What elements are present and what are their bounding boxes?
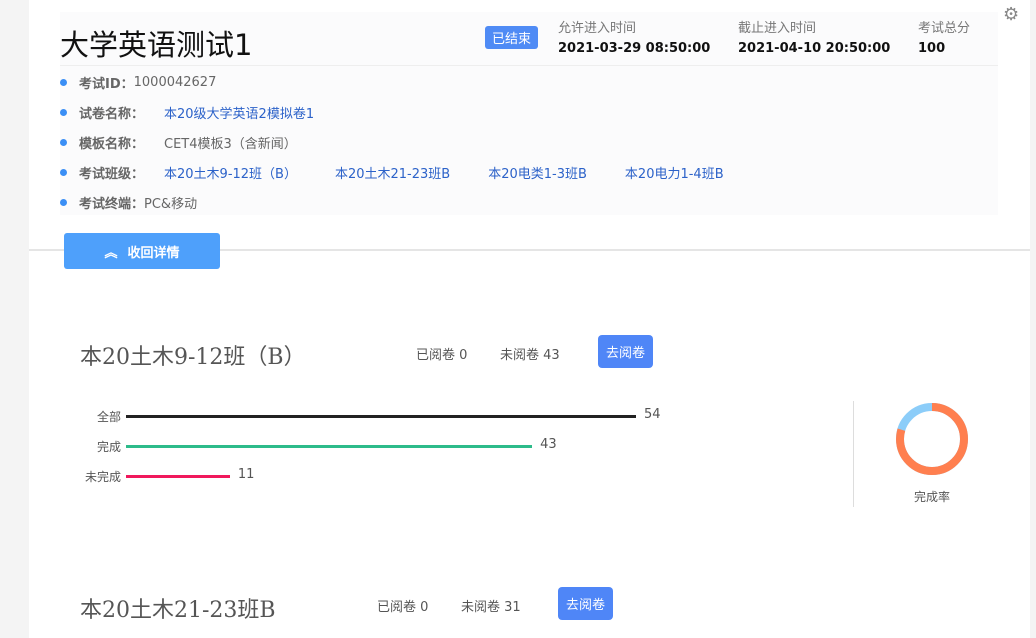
template-row: 模板名称： CET4模板3（含新闻） bbox=[60, 133, 297, 152]
bar-label: 完成 bbox=[96, 440, 121, 454]
bar-label: 全部 bbox=[96, 410, 121, 424]
start-time: 允许进入时间 2021-03-29 08:50:00 bbox=[558, 17, 710, 56]
terminal-value: PC&移动 bbox=[144, 197, 198, 212]
divider bbox=[60, 65, 998, 66]
class-title: 本20土木9-12班（B） bbox=[80, 345, 306, 370]
bullet-icon bbox=[60, 109, 67, 116]
read-count: 已阅卷 0 bbox=[416, 348, 468, 363]
end-time: 截止进入时间 2021-04-10 20:50:00 bbox=[738, 17, 890, 56]
class-link[interactable]: 本20电类1-3班B bbox=[488, 163, 587, 182]
bar bbox=[126, 475, 230, 478]
unread-count: 未阅卷 31 bbox=[461, 600, 521, 615]
grade-button[interactable]: 去阅卷 bbox=[598, 335, 654, 368]
class-title: 本20土木21-23班B bbox=[80, 598, 276, 623]
terminal-label: 考试终端： bbox=[79, 197, 145, 212]
bullet-icon bbox=[60, 79, 67, 86]
class-link[interactable]: 本20土木21-23班B bbox=[335, 163, 450, 182]
paper-row: 试卷名称： 本20级大学英语2模拟卷1 bbox=[60, 103, 352, 122]
exam-info-card: 大学英语测试1 已结束 允许进入时间 2021-03-29 08:50:00 截止… bbox=[60, 12, 998, 215]
donut-label: 完成率 bbox=[914, 490, 951, 504]
divider bbox=[853, 401, 854, 507]
template-label: 模板名称： bbox=[79, 137, 145, 152]
exam-id-value: 1000042627 bbox=[133, 75, 217, 90]
class-link[interactable]: 本20电力1-4班B bbox=[625, 163, 724, 182]
exam-title: 大学英语测试1 bbox=[60, 28, 253, 62]
terminal-row: 考试终端： PC&移动 bbox=[60, 193, 197, 212]
status-badge: 已结束 bbox=[485, 26, 539, 49]
classes-row: 考试班级： 本20土木9-12班（B） 本20土木21-23班B 本20电类1-3班… bbox=[60, 163, 762, 182]
start-time-value: 2021-03-29 08:50:00 bbox=[558, 41, 711, 56]
total-score-label: 考试总分 bbox=[918, 21, 971, 36]
exam-id-label: 考试ID： bbox=[79, 77, 134, 92]
bullet-icon bbox=[60, 139, 67, 146]
end-time-value: 2021-04-10 20:50:00 bbox=[738, 41, 891, 56]
completion-donut bbox=[896, 403, 968, 475]
gear-icon[interactable]: ⚙ bbox=[1003, 4, 1019, 25]
bar bbox=[126, 415, 636, 418]
end-time-label: 截止进入时间 bbox=[738, 21, 817, 36]
total-score-value: 100 bbox=[918, 41, 946, 56]
chevron-up-icon: ︽ bbox=[104, 245, 118, 261]
paper-link[interactable]: 本20级大学英语2模拟卷1 bbox=[164, 103, 314, 122]
total-score: 考试总分 100 bbox=[918, 17, 970, 56]
collapse-label: 收回详情 bbox=[127, 245, 180, 261]
classes-label: 考试班级： bbox=[79, 167, 145, 182]
unread-count: 未阅卷 43 bbox=[500, 348, 560, 363]
bar bbox=[126, 445, 533, 448]
bar-value: 43 bbox=[540, 437, 557, 452]
grade-button[interactable]: 去阅卷 bbox=[558, 587, 614, 620]
bullet-icon bbox=[60, 169, 67, 176]
read-count: 已阅卷 0 bbox=[377, 600, 429, 615]
bar-label: 未完成 bbox=[84, 470, 121, 484]
collapse-details-button[interactable]: ︽ 收回详情 bbox=[64, 233, 220, 269]
template-value: CET4模板3（含新闻） bbox=[164, 137, 297, 152]
start-time-label: 允许进入时间 bbox=[558, 21, 637, 36]
class-link[interactable]: 本20土木9-12班（B） bbox=[164, 163, 297, 182]
exam-id-row: 考试ID： 1000042627 bbox=[60, 73, 216, 92]
bar-value: 54 bbox=[644, 407, 661, 422]
bar-value: 11 bbox=[237, 467, 255, 482]
paper-label: 试卷名称： bbox=[79, 107, 145, 122]
bullet-icon bbox=[60, 199, 67, 206]
